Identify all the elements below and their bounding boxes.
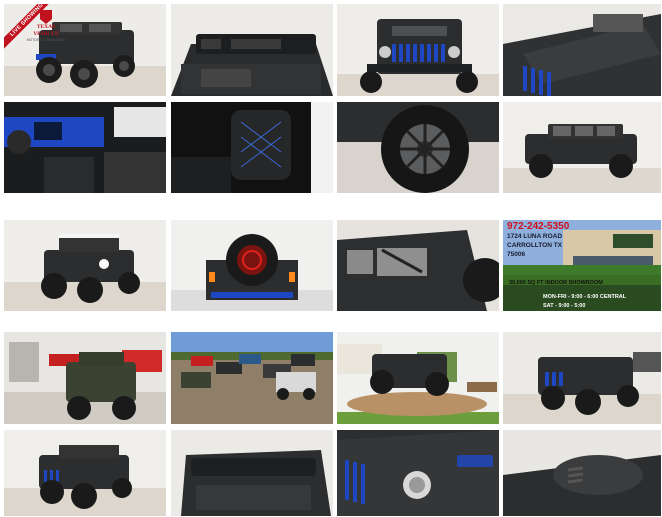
photo-tile[interactable] [337,102,499,193]
shield-icon [40,10,52,24]
photo-tile[interactable] [337,332,499,424]
jeep-photo-side [503,102,661,193]
photo-tile[interactable] [503,4,661,96]
jeep-photo-rear [171,220,333,311]
photo-tile[interactable] [171,4,333,96]
jeep-photo-lightbar [4,220,166,311]
photo-gallery: LIVE SHOWING TEXAS VEHICLE MOTORS & FINA… [0,0,662,517]
jeep-photo-roof [171,4,333,96]
dealer-ad-tile[interactable]: 972-242-5350 1724 LUNA ROAD CARROLLTON T… [503,220,661,311]
jeep-photo-rear-window [337,220,499,311]
photo-tile[interactable] [337,430,499,516]
jeep-photo-rock [337,332,499,424]
jeep-photo-soft-top [171,430,333,516]
photo-tile[interactable]: LIVE SHOWING TEXAS VEHICLE MOTORS & FINA… [4,4,166,96]
ad-phone[interactable]: 972-242-5350 [507,221,569,232]
ad-hours-sat: SAT - 9:00 - 5:00 [543,303,586,309]
photo-tile[interactable] [4,220,166,311]
photo-tile[interactable] [503,430,661,516]
photo-tile[interactable] [337,220,499,311]
photo-tile[interactable] [4,102,166,193]
jeep-photo-wheel [337,102,499,193]
photo-tile[interactable] [171,332,333,424]
jeep-photo-lot [171,332,333,424]
ad-hours-weekday: MON-FRI - 9:00 - 6:00 CENTRAL [543,294,627,300]
photo-tile[interactable] [337,4,499,96]
photo-tile[interactable] [171,102,333,193]
jeep-photo-grille [337,4,499,96]
jeep-photo-hood [503,4,661,96]
ad-street: 1724 LUNA ROAD [507,233,563,240]
photo-tile[interactable] [4,430,166,516]
ad-zip: 75006 [507,251,526,258]
jeep-photo-hood-vent [503,430,661,516]
ad-city: CARROLLTON TX [507,242,563,249]
photo-tile[interactable] [171,220,333,311]
jeep-photo-interior [4,102,166,193]
ad-showroom: 30,000 SQ FT INDOOR SHOWROOM [509,280,603,286]
jeep-photo-hood-badge [337,430,499,516]
photo-tile[interactable] [171,430,333,516]
photo-tile[interactable] [503,102,661,193]
jeep-photo-three-quarter [4,430,166,516]
photo-tile[interactable] [4,332,166,424]
jeep-photo-seats [171,102,333,193]
photo-tile[interactable] [503,332,661,424]
dealer-logo: TEXAS VEHICLE MOTORS & FINANCING [24,10,68,42]
jeep-photo-showroom [4,332,166,424]
jeep-photo-front-showroom [503,332,661,424]
